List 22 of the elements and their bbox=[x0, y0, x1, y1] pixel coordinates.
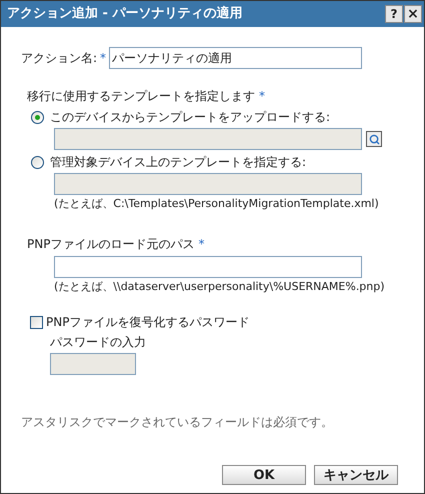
required-note: アスタリスクでマークされているフィールドは必須です。 bbox=[20, 414, 334, 431]
radio-label: このデバイスからテンプレートをアップロードする: bbox=[50, 109, 330, 126]
password-label: パスワードの入力 bbox=[49, 334, 147, 351]
required-mark: * bbox=[198, 236, 204, 252]
template-label: 移行に使用するテンプレートを指定します bbox=[27, 88, 255, 105]
radio-label: 管理対象デバイス上のテンプレートを指定する: bbox=[50, 154, 306, 171]
search-button[interactable] bbox=[366, 131, 382, 147]
cancel-button[interactable]: キャンセル bbox=[314, 465, 398, 485]
example-hint: (たとえば、C:\Templates\PersonalityMigrationTemplate.xml) bbox=[53, 196, 380, 212]
help-button[interactable]: ? bbox=[385, 5, 403, 23]
ok-button[interactable]: OK bbox=[222, 465, 306, 485]
action-name-field[interactable]: パーソナリティの適用 bbox=[109, 47, 362, 69]
required-mark: * bbox=[259, 88, 265, 105]
pnp-path-field[interactable] bbox=[54, 256, 362, 278]
action-name-label: アクション名: bbox=[21, 50, 98, 67]
checkbox-label: PNPファイルを復号化するパスワード bbox=[46, 314, 250, 331]
example-hint: (たとえば、\\dataserver\userpersonality\%USERNAME%.pnp) bbox=[53, 278, 386, 294]
required-mark: * bbox=[100, 50, 106, 67]
pnp-path-label: PNPファイルのロード元のパス bbox=[27, 236, 194, 252]
search-icon bbox=[368, 134, 380, 144]
window-title: アクション追加 - パーソナリティの適用 bbox=[7, 4, 242, 24]
close-button[interactable]: × bbox=[404, 5, 422, 23]
